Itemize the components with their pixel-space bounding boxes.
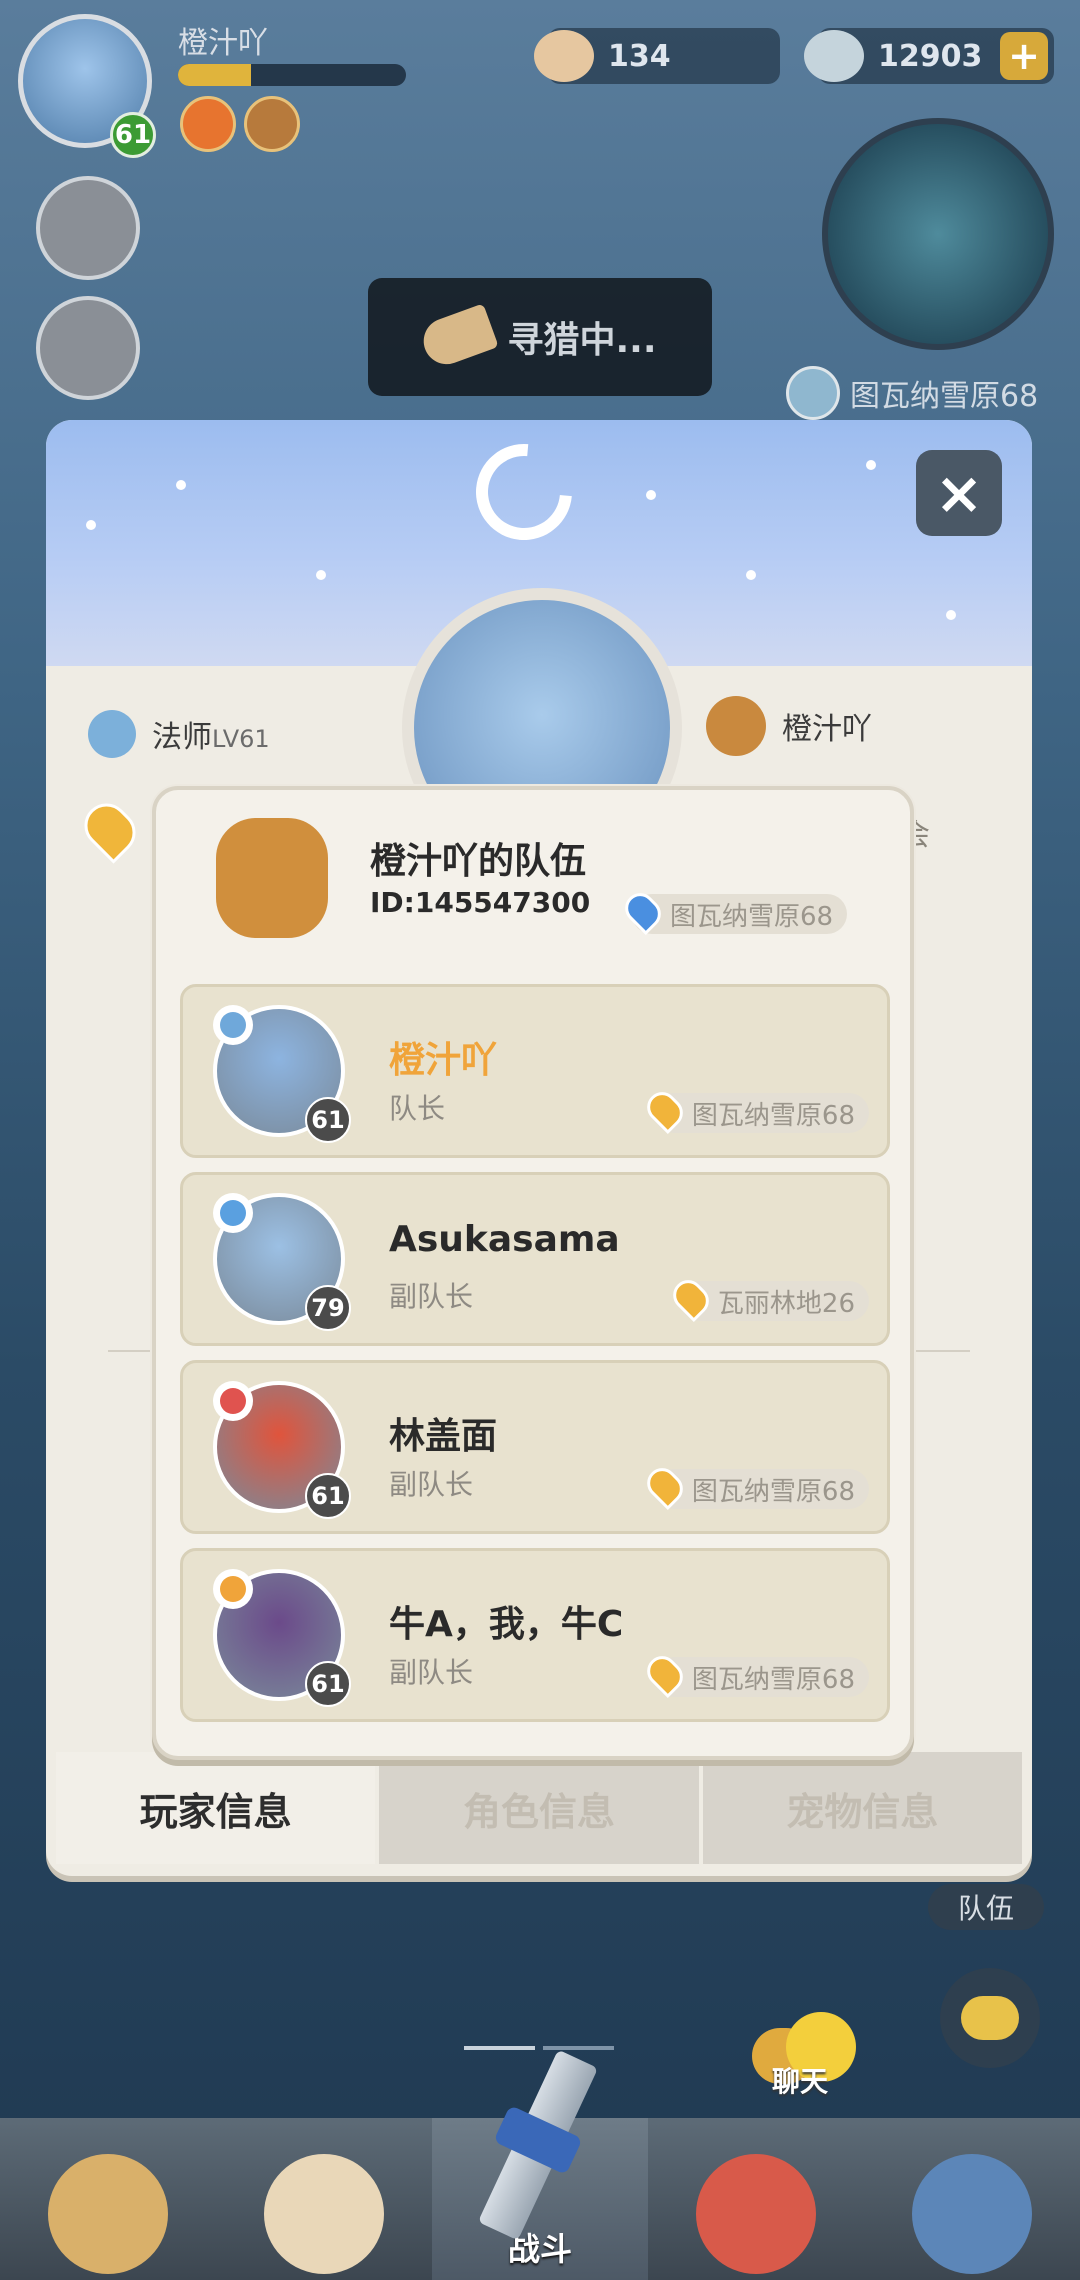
chat-label[interactable]: 聊天 <box>772 2060 828 2100</box>
member-level: 61 <box>305 1473 351 1519</box>
exp-bar <box>178 64 406 86</box>
team-owner-name: 橙汁吖 <box>782 712 872 747</box>
member-name: Asukasama <box>389 1219 620 1260</box>
member-role: 副队长 <box>389 1656 474 1689</box>
member-name: 橙汁吖 <box>389 1040 498 1081</box>
player-level-badge: 61 <box>110 112 156 158</box>
member-class-icon <box>213 1005 253 1045</box>
horn-icon <box>417 303 500 371</box>
caveman-icon <box>48 2154 168 2274</box>
member-class-icon <box>213 1569 253 1609</box>
team-popup: 橙汁吖的队伍 ID:145547300 图瓦纳雪原68 61 橙汁吖 队长 图瓦纳雪原… <box>152 786 914 1760</box>
member-class-icon <box>213 1193 253 1233</box>
team-member-avatar-1[interactable] <box>36 176 140 280</box>
team-member-card[interactable]: 61 橙汁吖队长 图瓦纳雪原68 <box>180 984 890 1158</box>
member-role: 副队长 <box>389 1468 474 1501</box>
team-id: ID:145547300 <box>370 886 591 919</box>
member-location: 图瓦纳雪原68 <box>640 1085 869 1135</box>
current-location-label: 图瓦纳雪原68 <box>850 379 1039 414</box>
shell-icon <box>534 30 594 82</box>
member-class-icon <box>213 1381 253 1421</box>
member-location-label: 图瓦纳雪原68 <box>691 1100 855 1131</box>
add-gems-button[interactable]: + <box>1000 32 1048 80</box>
nav-pet[interactable] <box>648 2118 864 2280</box>
member-location-label: 瓦丽林地26 <box>717 1288 855 1319</box>
close-button[interactable]: × <box>916 450 1002 536</box>
tab-pet-info[interactable]: 宠物信息 <box>702 1752 1022 1864</box>
member-name: 林盖面 <box>389 1416 498 1457</box>
totem-icon <box>912 2154 1032 2274</box>
member-role: 副队长 <box>389 1280 474 1313</box>
sword-icon <box>464 2049 614 2250</box>
team-member-card[interactable]: 79 Asukasama 副队长 瓦丽林地26 <box>180 1172 890 1346</box>
team-member-card[interactable]: 61 林盖面副队长 图瓦纳雪原68 <box>180 1360 890 1534</box>
team-member-avatar-2[interactable] <box>36 296 140 400</box>
nav-caveman[interactable] <box>0 2118 216 2280</box>
hunting-status[interactable]: 寻猎中... <box>368 278 712 396</box>
member-location-label: 图瓦纳雪原68 <box>691 1476 855 1507</box>
location-pin-icon <box>666 1273 715 1323</box>
shell-count: 134 <box>608 38 671 74</box>
location-icon <box>786 366 840 420</box>
buff-icon-2[interactable] <box>244 96 300 152</box>
team-info[interactable]: 橙汁吖 <box>706 696 872 756</box>
gem-icon <box>804 30 864 82</box>
nav-hero[interactable] <box>216 2118 432 2280</box>
current-location: 图瓦纳雪原68 <box>786 366 1038 420</box>
speech-bubble-icon <box>961 1996 1019 2040</box>
member-level: 79 <box>305 1285 351 1331</box>
team-emblem-icon <box>216 818 328 938</box>
gem-count: 12903 <box>878 38 983 74</box>
moon-emblem-icon <box>456 424 592 560</box>
member-level: 61 <box>305 1661 351 1707</box>
hunting-label: 寻猎中... <box>507 320 657 361</box>
team-icon <box>706 696 766 756</box>
panel-tabs: 玩家信息 角色信息 宠物信息 <box>56 1752 1022 1864</box>
class-info: 法师LV61 <box>88 710 270 758</box>
member-location: 图瓦纳雪原68 <box>640 1649 869 1699</box>
team-title: 橙汁吖的队伍 <box>370 841 587 882</box>
nav-totem[interactable] <box>864 2118 1080 2280</box>
location-pin-icon <box>640 1085 689 1135</box>
chat-bubble-button[interactable] <box>940 1968 1040 2068</box>
member-location-label: 图瓦纳雪原68 <box>691 1664 855 1695</box>
pet-icon <box>696 2154 816 2274</box>
member-role: 队长 <box>389 1092 446 1125</box>
exp-bar-fill <box>178 64 251 86</box>
buff-icon[interactable] <box>180 96 236 152</box>
mage-class-icon <box>88 710 136 758</box>
location-pin-icon <box>75 794 145 864</box>
tab-character-info[interactable]: 角色信息 <box>379 1752 699 1864</box>
location-pin-icon <box>618 886 668 936</box>
member-location: 瓦丽林地26 <box>666 1273 869 1323</box>
member-location: 图瓦纳雪原68 <box>640 1461 869 1511</box>
member-name: 牛A，我，牛C <box>389 1604 624 1645</box>
class-name: 法师 <box>152 720 212 755</box>
team-button[interactable]: 队伍 <box>928 1884 1044 1930</box>
location-pin-icon <box>640 1461 689 1511</box>
class-level: LV61 <box>212 725 270 753</box>
shell-counter[interactable]: 134 <box>534 28 780 84</box>
gem-counter: 12903 + <box>804 28 1054 84</box>
tab-player-info[interactable]: 玩家信息 <box>56 1752 376 1864</box>
player-name: 橙汁吖 <box>178 26 268 61</box>
team-member-card[interactable]: 61 牛A，我，牛C 副队长 图瓦纳雪原68 <box>180 1548 890 1722</box>
minimap[interactable] <box>822 118 1054 350</box>
team-location: 图瓦纳雪原68 <box>618 886 848 936</box>
location-pin-icon <box>640 1649 689 1699</box>
member-level: 61 <box>305 1097 351 1143</box>
team-location-label: 图瓦纳雪原68 <box>670 901 834 932</box>
hero-icon <box>264 2154 384 2274</box>
